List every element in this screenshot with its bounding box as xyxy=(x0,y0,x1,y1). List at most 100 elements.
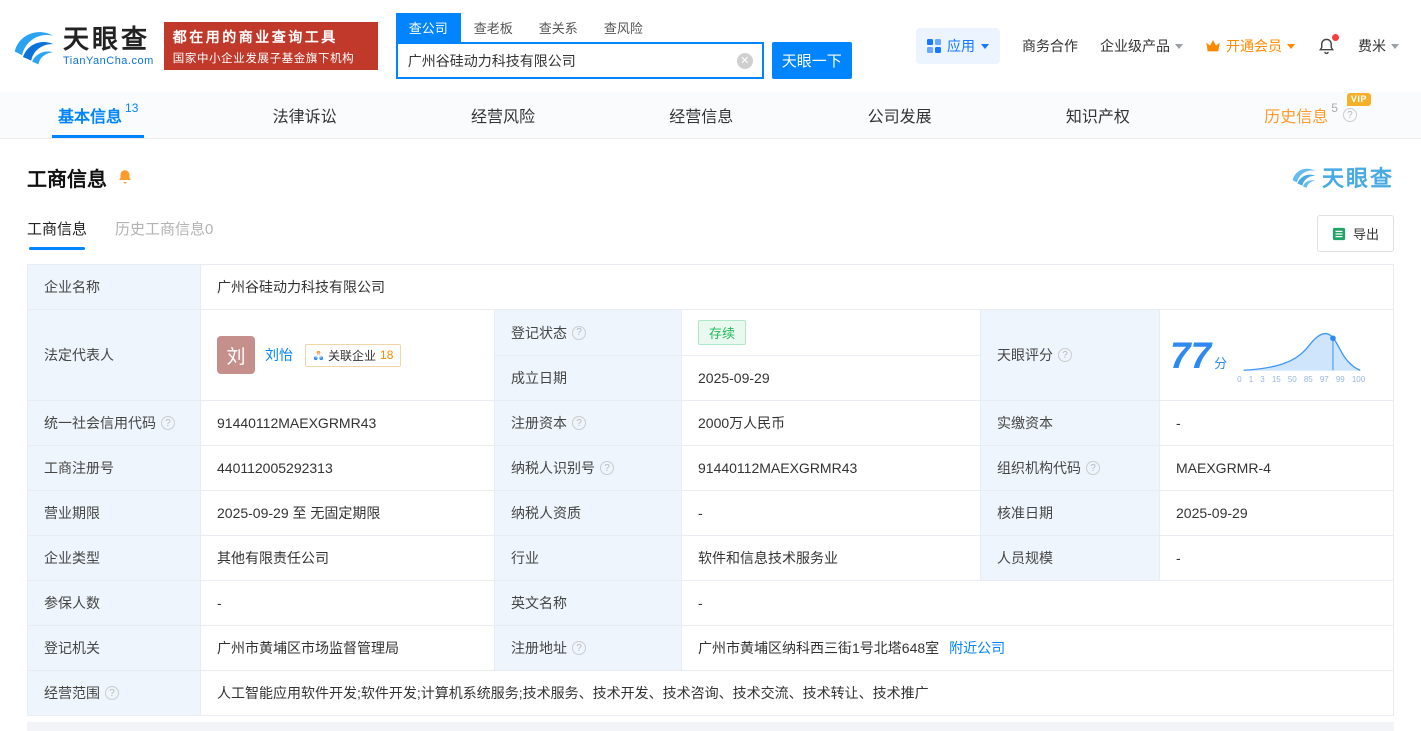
help-icon[interactable]: ? xyxy=(1342,108,1357,122)
company-page-tabs: 基本信息 13 法律诉讼 经营风险 经营信息 公司发展 知识产权 VIP 历史信… xyxy=(0,92,1421,139)
help-icon[interactable]: ? xyxy=(600,461,614,475)
search-tab-relation[interactable]: 查关系 xyxy=(526,13,591,42)
legal-rep-avatar[interactable]: 刘 xyxy=(217,336,255,374)
apps-menu[interactable]: 应用 xyxy=(916,28,1000,64)
subscribe-bell-icon[interactable] xyxy=(116,168,134,186)
business-term-label: 营业期限 xyxy=(28,491,201,536)
score-curve-chart xyxy=(1243,332,1361,371)
tab-development-label: 公司发展 xyxy=(867,109,932,126)
taxpayer-id-value: 91440112MAEXGRMR43 xyxy=(682,446,981,491)
export-button[interactable]: 导出 xyxy=(1316,215,1394,252)
promo-line1: 都在用的商业查询工具 xyxy=(172,28,338,45)
search-area: 查公司 查老板 查关系 查风险 ✕ 天眼一下 xyxy=(395,13,852,79)
tab-operation-label: 经营信息 xyxy=(669,109,734,126)
user-menu[interactable]: 费米 xyxy=(1358,36,1399,56)
company-search-input[interactable] xyxy=(397,44,762,77)
subtab-history-business-info[interactable]: 历史工商信息0 xyxy=(115,218,213,250)
score-axis-tick: 97 xyxy=(1319,374,1329,384)
search-button[interactable]: 天眼一下 xyxy=(771,42,852,79)
business-regno-label: 工商注册号 xyxy=(28,446,201,491)
watermark-text: 天眼查 xyxy=(1321,166,1394,191)
help-icon[interactable]: ? xyxy=(1058,348,1072,362)
tab-legal[interactable]: 法律诉讼 xyxy=(267,92,343,138)
help-icon[interactable]: ? xyxy=(161,416,175,430)
registration-authority-label: 登记机关 xyxy=(28,626,201,671)
search-tabs: 查公司 查老板 查关系 查风险 xyxy=(395,13,852,42)
help-icon[interactable]: ? xyxy=(1086,461,1100,475)
nav-cooperation[interactable]: 商务合作 xyxy=(1022,36,1078,56)
tab-company-development[interactable]: 公司发展 xyxy=(862,92,938,138)
clear-search-icon[interactable]: ✕ xyxy=(736,52,753,69)
search-tab-company[interactable]: 查公司 xyxy=(395,13,461,42)
notifications-button[interactable] xyxy=(1317,33,1339,56)
help-icon[interactable]: ? xyxy=(572,641,586,655)
business-info-table: 企业名称 广州谷硅动力科技有限公司 法定代表人 刘 刘怡 关联企业 18 登记状… xyxy=(27,264,1394,716)
score-unit: 分 xyxy=(1214,355,1228,371)
score-number: 77 xyxy=(1170,334,1212,376)
registration-authority-value: 广州市黄埔区市场监督管理局 xyxy=(201,626,495,671)
related-companies-count: 18 xyxy=(380,348,394,362)
insured-count-value: - xyxy=(201,581,495,626)
tab-intellectual-property[interactable]: 知识产权 xyxy=(1060,92,1136,138)
reg-status-label: 登记状态 ? xyxy=(495,310,682,356)
registered-capital-label: 注册资本 ? xyxy=(495,401,682,446)
status-badge: 存续 xyxy=(698,320,747,345)
english-name-value: - xyxy=(682,581,1394,626)
tab-risk-label: 经营风险 xyxy=(470,109,535,126)
chevron-down-icon xyxy=(1391,44,1399,53)
business-scope-label: 经营范围 ? xyxy=(28,671,201,716)
promo-line2: 国家中小企业发展子基金旗下机构 xyxy=(172,52,355,65)
subtab-business-info[interactable]: 工商信息 xyxy=(27,218,87,250)
chevron-down-icon xyxy=(981,44,989,53)
nearby-companies-link[interactable]: 附近公司 xyxy=(949,638,1005,658)
chevron-down-icon xyxy=(1175,44,1183,53)
nav-open-vip[interactable]: 开通会员 xyxy=(1205,36,1295,56)
tyc-score-label: 天眼评分 ? xyxy=(981,310,1160,401)
uscc-value: 91440112MAEXGRMR43 xyxy=(201,401,495,446)
subtab-history-label: 历史工商信息 xyxy=(115,220,206,238)
top-header: 天眼查 TianYanCha.com 都在用的商业查询工具 国家中小企业发展子基… xyxy=(0,0,1421,92)
english-name-label: 英文名称 xyxy=(495,581,682,626)
tab-operating-info[interactable]: 经营信息 xyxy=(663,92,739,138)
tab-ip-label: 知识产权 xyxy=(1065,109,1130,126)
main-content: 工商信息 天眼查 工商信息 历史工商信息0 导出 企业名称 广州谷硅动力科技有限… xyxy=(0,161,1421,731)
approval-date-value: 2025-09-29 xyxy=(1160,491,1394,536)
search-tab-risk[interactable]: 查风险 xyxy=(591,13,656,42)
uscc-label: 统一社会信用代码 ? xyxy=(28,401,201,446)
tab-basic-label: 基本信息 xyxy=(58,109,123,126)
help-icon[interactable]: ? xyxy=(105,686,119,700)
open-vip-label: 开通会员 xyxy=(1226,38,1282,54)
help-icon[interactable]: ? xyxy=(572,416,586,430)
tianyancha-swoosh-icon xyxy=(14,32,54,65)
tianyancha-swoosh-icon xyxy=(1292,168,1316,188)
legal-rep-name-link[interactable]: 刘怡 xyxy=(265,345,293,365)
related-companies-label: 关联企业 xyxy=(328,348,377,363)
notification-red-dot xyxy=(1332,33,1339,41)
search-tab-boss[interactable]: 查老板 xyxy=(461,13,526,42)
tab-legal-label: 法律诉讼 xyxy=(272,109,337,126)
tab-history-info[interactable]: VIP 历史信息 5 ? xyxy=(1258,92,1371,138)
tianyancha-logo[interactable]: 天眼查 TianYanCha.com xyxy=(12,24,154,68)
subtab-history-count: 0 xyxy=(205,220,214,238)
staff-size-value: - xyxy=(1160,536,1394,581)
registered-capital-value: 2000万人民币 xyxy=(682,401,981,446)
export-label: 导出 xyxy=(1352,227,1379,242)
help-icon[interactable]: ? xyxy=(572,325,586,340)
nav-enterprise-products[interactable]: 企业级产品 xyxy=(1100,36,1183,56)
score-axis-tick: 99 xyxy=(1335,374,1345,384)
score-distribution-chart: 0 1 3 15 50 85 97 99 100 xyxy=(1237,327,1365,384)
tab-basic-info[interactable]: 基本信息 13 xyxy=(52,92,145,138)
top-navigation: 应用 商务合作 企业级产品 开通会员 费米 xyxy=(916,28,1399,64)
apps-grid-icon xyxy=(927,39,941,53)
taxpayer-id-label: 纳税人识别号 ? xyxy=(495,446,682,491)
score-value: 77 分 xyxy=(1170,337,1227,374)
industry-label: 行业 xyxy=(495,536,682,581)
vip-badge: VIP xyxy=(1346,93,1371,106)
tab-operating-risk[interactable]: 经营风险 xyxy=(465,92,541,138)
related-companies-tag[interactable]: 关联企业 18 xyxy=(305,343,402,367)
registered-address-label: 注册地址 ? xyxy=(495,626,682,671)
business-term-value: 2025-09-29 至 无固定期限 xyxy=(201,491,495,536)
tyc-score-cell[interactable]: 77 分 0 1 3 15 50 85 97 99 100 xyxy=(1160,310,1394,401)
search-input-wrap: ✕ xyxy=(395,42,764,79)
paid-capital-value: - xyxy=(1160,401,1394,446)
